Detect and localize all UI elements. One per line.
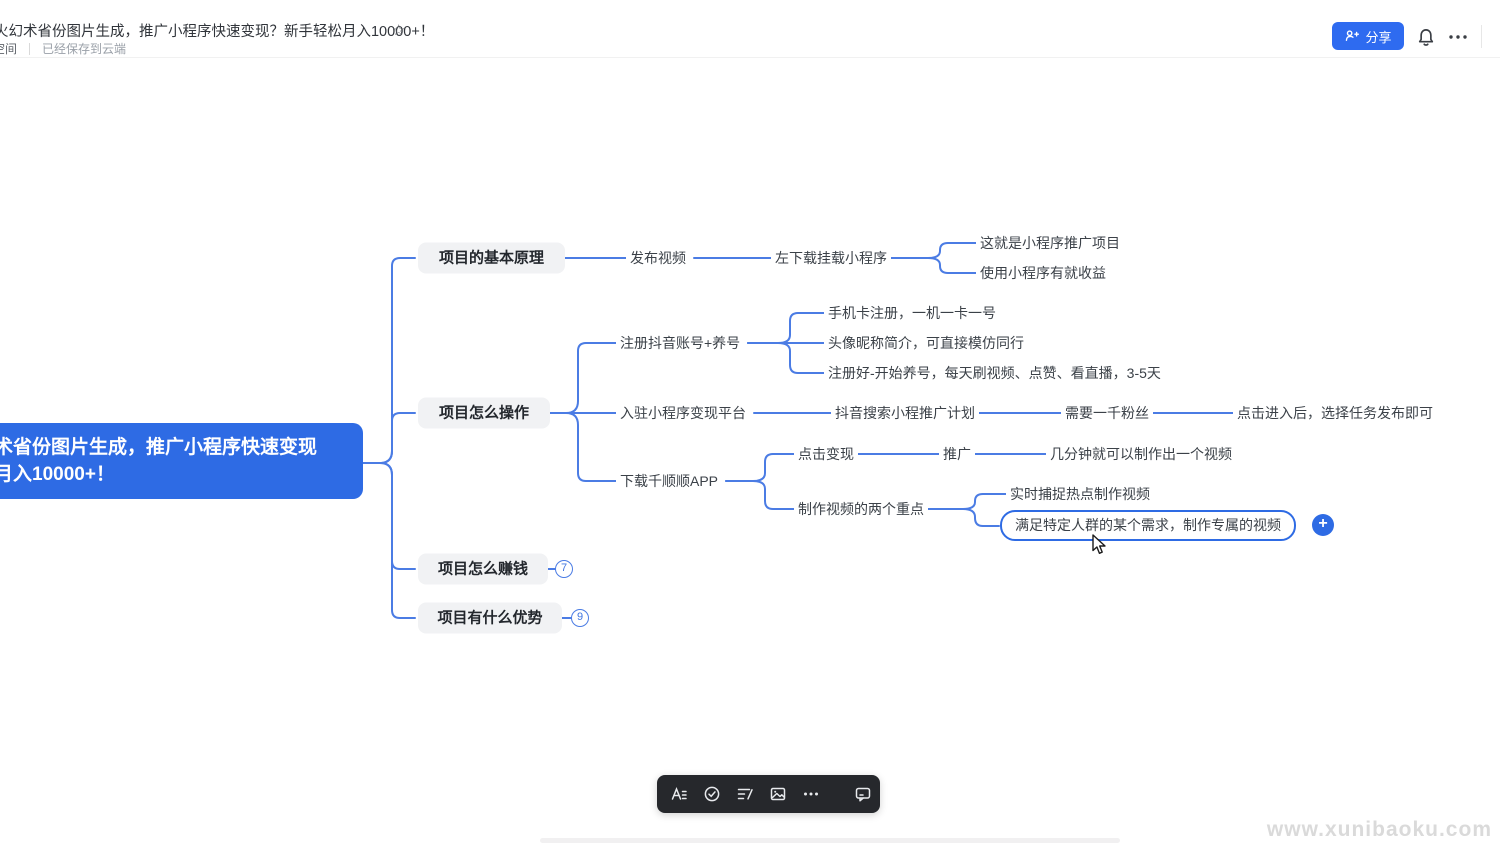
app-window: 火幻术省份图片生成，推广小程序快速变现？新手轻松月入10000+！ ☆ 空间 已…: [0, 0, 1500, 843]
node-download-app[interactable]: 下载千顺顺APP: [616, 469, 722, 493]
node-click-monetize[interactable]: 点击变现: [794, 442, 858, 466]
root-node-line1: 术省份图片生成，推广小程序快速变现: [0, 434, 353, 461]
topic-how-to-operate[interactable]: 项目怎么操作: [418, 398, 550, 429]
more-icon[interactable]: [802, 785, 820, 803]
node-douyin-search[interactable]: 抖音搜索小程推广计划: [831, 401, 979, 425]
node-nurture-account[interactable]: 注册好-开始养号，每天刷视频、点赞、看直播，3-5天: [824, 361, 1165, 385]
topic-advantages[interactable]: 项目有什么优势: [418, 603, 562, 634]
check-circle-icon[interactable]: [703, 785, 721, 803]
comment-icon[interactable]: [854, 785, 872, 803]
node-use-income[interactable]: 使用小程序有就收益: [976, 261, 1110, 285]
floating-toolbar: [657, 775, 880, 813]
mouse-cursor: [1091, 534, 1107, 556]
format-icon[interactable]: [670, 785, 688, 803]
node-promote[interactable]: 推广: [939, 442, 975, 466]
horizontal-scrollbar[interactable]: [540, 838, 1120, 843]
node-avatar-nickname[interactable]: 头像昵称简介，可直接模仿同行: [824, 331, 1028, 355]
node-two-key-points[interactable]: 制作视频的两个重点: [794, 497, 928, 521]
selected-node[interactable]: 满足特定人群的某个需求，制作专属的视频: [1000, 510, 1296, 541]
collapsed-count-badge-7[interactable]: 7: [555, 560, 573, 578]
node-click-enter[interactable]: 点击进入后，选择任务发布即可: [1233, 401, 1437, 425]
add-child-node-button[interactable]: +: [1312, 514, 1334, 536]
node-promo-project[interactable]: 这就是小程序推广项目: [976, 231, 1124, 255]
node-realtime-hotspot[interactable]: 实时捕捉热点制作视频: [1006, 482, 1154, 506]
outline-pen-icon[interactable]: [736, 785, 754, 803]
node-publish-video[interactable]: 发布视频: [626, 246, 690, 270]
topic-how-to-earn[interactable]: 项目怎么赚钱: [418, 554, 548, 585]
root-node-line2: 月入10000+！: [0, 461, 353, 488]
node-phone-card[interactable]: 手机卡注册，一机一卡一号: [824, 301, 1000, 325]
node-register-account[interactable]: 注册抖音账号+养号: [616, 331, 744, 355]
node-few-minutes[interactable]: 几分钟就可以制作出一个视频: [1046, 442, 1236, 466]
root-node[interactable]: 术省份图片生成，推广小程序快速变现 月入10000+！: [0, 423, 363, 499]
collapsed-count-badge-9[interactable]: 9: [571, 609, 589, 627]
watermark: www.xunibaoku.com: [1267, 818, 1492, 842]
node-need-fans[interactable]: 需要一千粉丝: [1061, 401, 1153, 425]
node-mount-mini-program[interactable]: 左下载挂载小程序: [771, 246, 891, 270]
image-icon[interactable]: [769, 785, 787, 803]
topic-basic-principle[interactable]: 项目的基本原理: [418, 243, 565, 274]
node-join-platform[interactable]: 入驻小程序变现平台: [616, 401, 750, 425]
